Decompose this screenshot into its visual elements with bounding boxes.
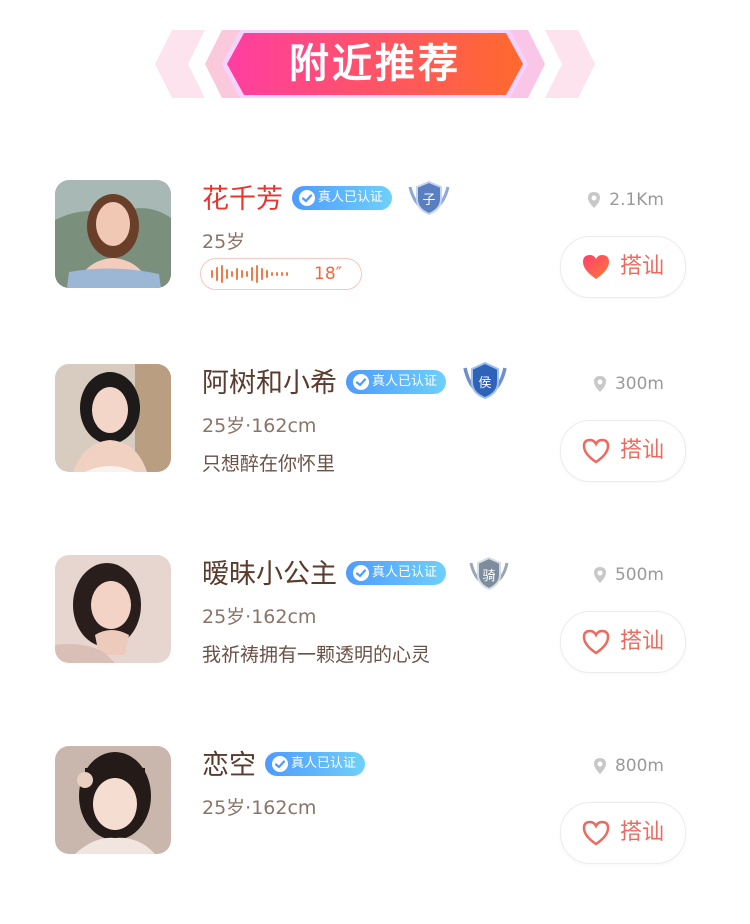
greet-label: 搭讪 (620, 629, 665, 654)
verified-check-icon (353, 565, 369, 581)
verified-label: 真人已认证 (318, 190, 384, 205)
greet-label: 搭讪 (620, 820, 665, 845)
location-pin-icon (593, 376, 606, 392)
avatar[interactable] (55, 364, 171, 472)
greet-button[interactable]: 搭讪 (560, 420, 686, 482)
distance-value: 500m (614, 565, 664, 585)
rank-char: 子 (422, 193, 435, 208)
heart-outline-icon (582, 820, 610, 846)
distance: 300m (593, 372, 664, 396)
user-name: 暧昧小公主 (202, 559, 337, 590)
rank-shield-icon: 骑 (469, 556, 509, 591)
distance: 800m (593, 754, 664, 778)
user-card[interactable]: 花千芳 真人已认证 子 25岁 18″ 2.1Km 搭讪 (0, 180, 750, 320)
greet-label: 搭讪 (620, 438, 665, 463)
distance: 2.1Km (588, 188, 664, 212)
location-pin-icon (593, 758, 606, 774)
avatar[interactable] (55, 555, 171, 663)
verified-badge: 真人已认证 (346, 561, 446, 585)
user-card[interactable]: 恋空 真人已认证 25岁·162cm 800m 搭讪 (0, 746, 750, 886)
user-age: 25岁 (202, 231, 246, 253)
avatar[interactable] (55, 180, 171, 288)
rank-badge: 子 (406, 177, 452, 217)
greet-button[interactable]: 搭讪 (560, 802, 686, 864)
distance-value: 2.1Km (609, 190, 664, 210)
heart-outline-icon (582, 438, 610, 464)
rank-badge: 骑 (466, 553, 512, 593)
user-name: 阿树和小希 (202, 368, 337, 399)
location-pin-icon (588, 192, 601, 208)
user-age: 25岁·162cm (202, 606, 317, 628)
verified-check-icon (353, 374, 369, 390)
voice-duration: 18″ (314, 264, 342, 284)
verified-badge: 真人已认证 (265, 752, 365, 776)
avatar[interactable] (55, 746, 171, 854)
heart-outline-icon (582, 629, 610, 655)
verified-badge: 真人已认证 (292, 186, 392, 210)
rank-shield-icon: 侯 (463, 361, 507, 400)
user-age: 25岁·162cm (202, 415, 317, 437)
user-name: 恋空 (202, 750, 256, 781)
greet-button[interactable]: 搭讪 (560, 236, 686, 298)
rank-shield-icon: 子 (408, 180, 450, 216)
verified-badge: 真人已认证 (346, 370, 446, 394)
greet-button[interactable]: 搭讪 (560, 611, 686, 673)
greet-label: 搭讪 (620, 254, 665, 279)
distance: 500m (593, 563, 664, 587)
voice-intro-player[interactable]: 18″ (200, 258, 362, 290)
location-pin-icon (593, 567, 606, 583)
user-card[interactable]: 阿树和小希 真人已认证 侯 25岁·162cm 只想醉在你怀里 300m 搭讪 (0, 361, 750, 504)
user-name: 花千芳 (202, 184, 283, 215)
verified-check-icon (299, 190, 315, 206)
user-bio: 我祈祷拥有一颗透明的心灵 (202, 644, 431, 666)
verified-label: 真人已认证 (291, 756, 357, 771)
nearby-user-list: 花千芳 真人已认证 子 25岁 18″ 2.1Km 搭讪 阿树和小希 真人已认证… (0, 0, 750, 924)
distance-value: 800m (614, 756, 664, 776)
rank-char: 侯 (478, 376, 491, 391)
user-bio: 只想醉在你怀里 (202, 453, 336, 475)
user-age: 25岁·162cm (202, 797, 317, 819)
verified-label: 真人已认证 (372, 565, 438, 580)
heart-filled-icon (583, 255, 609, 279)
waveform-icon (211, 265, 288, 283)
verified-label: 真人已认证 (372, 374, 438, 389)
verified-check-icon (272, 756, 288, 772)
distance-value: 300m (614, 374, 664, 394)
rank-char: 骑 (482, 569, 495, 584)
user-card[interactable]: 暧昧小公主 真人已认证 骑 25岁·162cm 我祈祷拥有一颗透明的心灵 500… (0, 555, 750, 695)
rank-badge: 侯 (462, 360, 508, 400)
